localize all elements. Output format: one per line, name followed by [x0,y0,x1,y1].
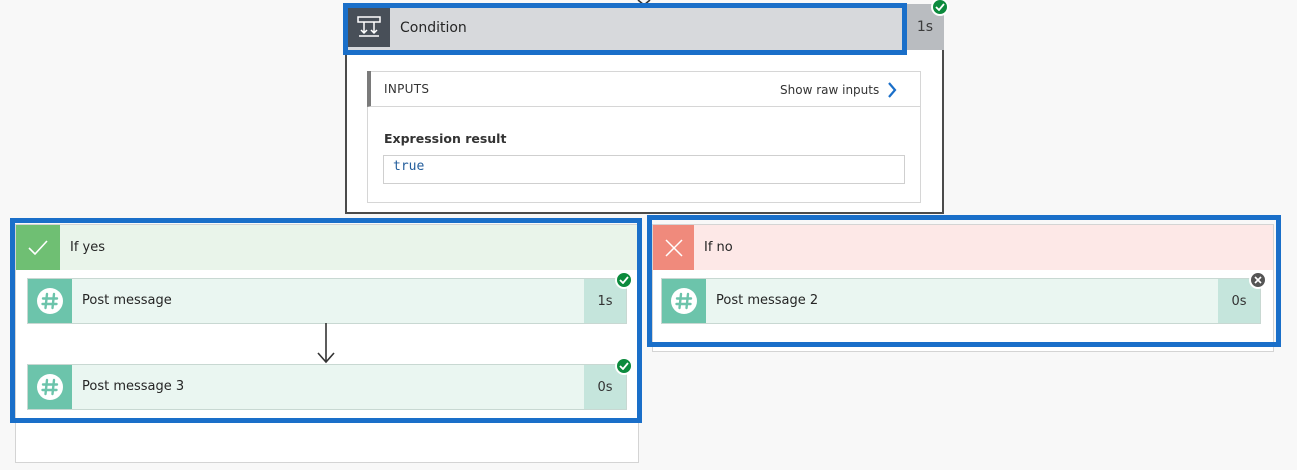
action-success-check-icon [615,357,633,375]
if-yes-label: If yes [70,240,106,255]
x-icon [653,225,694,270]
action-success-check-icon [615,271,633,289]
if-yes-header[interactable] [16,225,638,270]
action-skipped-x-icon [1249,271,1267,289]
action-title: Post message 3 [82,379,185,394]
arrow-down-icon [317,323,335,364]
expression-result-label: Expression result [384,131,507,146]
action-title: Post message 2 [716,293,819,308]
condition-icon [348,7,390,47]
show-raw-inputs-label: Show raw inputs [780,83,880,97]
action-title: Post message [82,293,172,308]
check-icon [16,225,60,270]
chevron-right-icon [888,82,897,98]
expression-result-value: true [383,155,905,184]
inputs-heading: INPUTS [384,82,430,96]
condition-title: Condition [400,20,467,36]
slack-hash-icon [662,279,706,323]
condition-success-check-icon [931,0,949,16]
if-no-label: If no [704,240,733,255]
if-no-header[interactable] [653,225,1273,270]
slack-hash-icon [28,365,72,409]
slack-hash-icon [28,279,72,323]
show-raw-inputs-link[interactable]: Show raw inputs [780,82,897,98]
